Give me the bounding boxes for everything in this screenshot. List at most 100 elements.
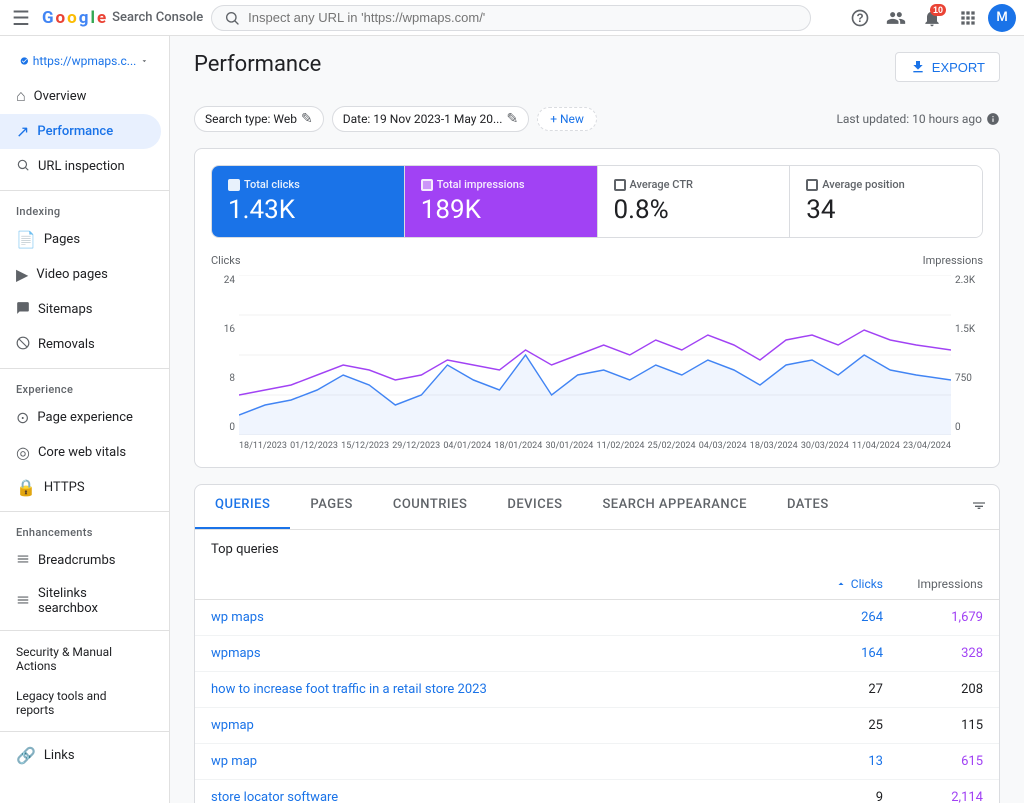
tab-countries[interactable]: COUNTRIES [373,485,488,529]
row-clicks: 164 [783,646,883,661]
pages-icon: 📄 [16,230,36,249]
sidebar-item-url-inspection[interactable]: URL inspection [0,149,161,184]
row-impressions: 328 [883,646,983,661]
table-row: wp map 13 615 [195,744,999,780]
clicks-area [239,355,951,435]
sidebar-label-core-web-vitals: Core web vitals [38,445,126,460]
removals-icon [16,335,30,354]
chart-header: Clicks Impressions [211,254,983,267]
google-logo: Google Search Console [42,8,203,28]
metric-clicks-label: Total clicks [244,178,300,191]
metric-impressions-value: 189K [421,195,581,225]
col-header-clicks[interactable]: Clicks [783,577,883,591]
hamburger-icon[interactable]: ☰ [8,2,34,34]
row-clicks: 264 [783,610,883,625]
sidebar-item-links[interactable]: 🔗 Links [0,738,161,773]
last-updated: Last updated: 10 hours ago [836,112,1000,126]
page-header-row: Performance EXPORT [194,52,1000,98]
row-clicks: 13 [783,754,883,769]
row-impressions: 208 [883,682,983,697]
sidebar-item-pages[interactable]: 📄 Pages [0,222,161,257]
row-query[interactable]: how to increase foot traffic in a retail… [211,682,783,697]
nav-divider-3 [0,511,169,512]
date-range-edit-icon: ✎ [506,111,518,127]
table-row: wpmap 25 115 [195,708,999,744]
apps-icon-btn[interactable] [952,2,984,34]
row-query[interactable]: wpmap [211,718,783,733]
export-button[interactable]: EXPORT [895,52,1000,82]
tab-pages[interactable]: PAGES [290,485,372,529]
sidebar-item-performance[interactable]: ↗ Performance [0,114,161,149]
help-icon-btn[interactable]: ? [844,2,876,34]
page-experience-icon: ⊙ [16,408,29,427]
sidebar-item-https[interactable]: 🔒 HTTPS [0,470,161,505]
manage-users-icon-btn[interactable] [880,2,912,34]
sidebar-item-page-experience[interactable]: ⊙ Page experience [0,400,161,435]
search-type-filter[interactable]: Search type: Web ✎ [194,106,324,132]
row-clicks: 9 [783,790,883,803]
sitelinks-icon [16,592,30,611]
table-col-headers: Clicks Impressions [195,569,999,600]
table-row: store locator software 9 2,114 [195,780,999,803]
x-axis-labels: 18/11/2023 01/12/2023 15/12/2023 29/12/2… [239,441,951,451]
col-impressions-text: Impressions [917,577,983,591]
url-inspection-icon [16,157,30,176]
tab-search-appearance[interactable]: SEARCH APPEARANCE [582,485,767,529]
row-query[interactable]: wpmaps [211,646,783,661]
tab-queries[interactable]: QUERIES [195,485,290,529]
notifications-icon-btn[interactable]: 10 [916,2,948,34]
row-query[interactable]: store locator software [211,790,783,803]
page-title: Performance [194,52,321,77]
row-query[interactable]: wp map [211,754,783,769]
tab-dates[interactable]: DATES [767,485,849,529]
sidebar-item-overview[interactable]: ⌂ Overview [0,78,161,114]
sidebar-item-breadcrumbs[interactable]: Breadcrumbs [0,543,161,578]
metric-avg-position[interactable]: Average position 34 [790,166,982,237]
nav-divider-1 [0,190,169,191]
sidebar-item-legacy[interactable]: Legacy tools and reports [0,681,161,725]
sidebar-item-core-web-vitals[interactable]: ◎ Core web vitals [0,435,161,470]
table-row: wpmaps 164 328 [195,636,999,672]
chart-svg-container: 18/11/2023 01/12/2023 15/12/2023 29/12/2… [239,275,951,451]
layout: https://wpmaps.c... ⌂ Overview ↗ Perform… [0,36,1024,803]
site-selector[interactable]: https://wpmaps.c... [8,48,161,74]
sidebar-item-sitemaps[interactable]: Sitemaps [0,292,161,327]
sidebar-item-removals[interactable]: Removals [0,327,161,362]
filter-bar: Search type: Web ✎ Date: 19 Nov 2023-1 M… [194,106,1000,132]
download-icon [910,59,926,75]
col-header-impressions[interactable]: Impressions [883,577,983,591]
date-range-filter[interactable]: Date: 19 Nov 2023-1 May 20... ✎ [332,106,529,132]
row-impressions: 1,679 [883,610,983,625]
date-range-label: Date: 19 Nov 2023-1 May 20... [343,112,503,126]
url-search-bar[interactable] [211,5,811,31]
tab-devices[interactable]: DEVICES [487,485,582,529]
metric-total-impressions[interactable]: Total impressions 189K [405,166,598,237]
sidebar-label-pages: Pages [44,232,80,247]
row-impressions: 615 [883,754,983,769]
sidebar-item-sitelinks-searchbox[interactable]: Sitelinks searchbox [0,578,161,624]
y-left-24: 24 [224,275,235,286]
video-pages-icon: ▶ [16,265,28,284]
filter-icon-btn[interactable] [959,485,999,529]
sidebar-label-overview: Overview [34,89,87,104]
url-search-input[interactable] [248,10,798,25]
new-filter-button[interactable]: + New [537,107,597,131]
search-icon [224,10,240,26]
svg-text:?: ? [856,12,863,25]
row-query[interactable]: wp maps [211,610,783,625]
metric-avg-ctr[interactable]: Average CTR 0.8% [598,166,791,237]
header-icons: ? 10 M [844,2,1016,34]
sidebar-item-security[interactable]: Security & Manual Actions [0,637,161,681]
overview-icon: ⌂ [16,86,26,106]
metric-ctr-label: Average CTR [630,178,693,191]
metric-total-clicks[interactable]: Total clicks 1.43K [212,166,405,237]
app-title-text: Search Console [112,10,203,25]
enhancements-section-label: Enhancements [0,518,169,543]
sidebar-item-video-pages[interactable]: ▶ Video pages [0,257,161,292]
core-web-vitals-icon: ◎ [16,443,30,462]
avatar[interactable]: M [988,4,1016,32]
experience-section-label: Experience [0,375,169,400]
sidebar-label-sitelinks-searchbox: Sitelinks searchbox [38,586,145,616]
table-section-header: Top queries [195,530,999,569]
row-impressions: 115 [883,718,983,733]
